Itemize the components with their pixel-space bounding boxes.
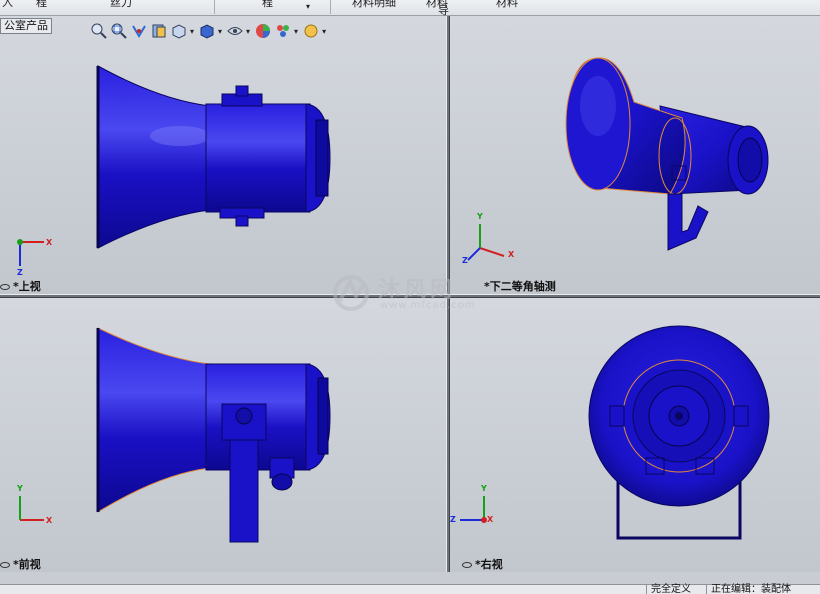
display-style-icon[interactable] <box>198 22 216 40</box>
view-label-right: *右视 <box>462 556 503 572</box>
view-label-top: *上视 <box>0 278 41 294</box>
command-manager-bar: 入 程 丝刀 程 ▾ 材料明细 材料 导 材料 <box>0 0 820 17</box>
zoom-area-icon[interactable] <box>110 22 128 40</box>
zoom-to-fit-icon[interactable] <box>90 22 108 40</box>
hide-show-icon[interactable] <box>226 22 244 40</box>
dropdown-arrow-icon[interactable]: ▾ <box>246 27 250 36</box>
feature-tree-breadcrumb[interactable]: 公室产品 <box>0 18 52 34</box>
axis-y-label: Y <box>481 484 487 493</box>
command-item[interactable]: 入 <box>2 0 13 10</box>
axis-z-label: Z <box>462 256 468 265</box>
axis-x-label: X <box>46 516 53 525</box>
axis-z-label: Z <box>450 515 456 524</box>
axis-z-label: Z <box>17 268 23 277</box>
dropdown-arrow-icon[interactable]: ▾ <box>322 27 326 36</box>
horn-speaker-right-view <box>460 325 770 540</box>
axis-x-label: X <box>487 515 494 524</box>
toolbar-separator <box>330 0 331 14</box>
eye-icon <box>0 284 10 290</box>
dropdown-arrow-icon[interactable]: ▾ <box>218 27 222 36</box>
view-orientation-icon[interactable] <box>170 22 188 40</box>
heads-up-view-toolbar: ▾ ▾ ▾ ▾ ▾ <box>90 20 328 42</box>
command-item[interactable]: 程 <box>262 0 273 10</box>
status-editing: 正在编辑：装配体 <box>706 584 795 594</box>
axis-y-label: Y <box>477 212 483 221</box>
view-settings-icon[interactable] <box>302 22 320 40</box>
status-bar: 完全定义 正在编辑：装配体 <box>0 584 820 594</box>
viewport-right[interactable]: Y Z X *右视 <box>450 298 820 572</box>
view-label-isometric: *下二等角轴测 <box>484 280 556 293</box>
command-item[interactable]: 丝刀 <box>110 0 132 10</box>
axis-y-label: Y <box>17 484 23 493</box>
command-item[interactable]: 程 <box>36 0 47 10</box>
command-item[interactable]: 材料明细 <box>352 0 396 10</box>
edit-appearance-icon[interactable] <box>254 22 272 40</box>
horn-speaker-top-view <box>17 65 331 266</box>
horn-speaker-front-view <box>19 327 331 543</box>
viewport-front[interactable]: X Y *前视 <box>0 298 446 572</box>
status-defined: 完全定义 <box>646 584 695 594</box>
previous-view-icon[interactable] <box>130 22 148 40</box>
section-view-icon[interactable] <box>150 22 168 40</box>
axis-x-label: X <box>46 238 53 247</box>
viewport-splitter-horizontal[interactable] <box>0 294 820 298</box>
viewport-isometric[interactable]: X Y Z *下二等角轴测 <box>450 16 820 294</box>
axis-x-label: X <box>508 250 515 259</box>
eye-icon <box>462 562 472 568</box>
eye-icon <box>0 562 10 568</box>
cad-application-window: 入 程 丝刀 程 ▾ 材料明细 材料 导 材料 X Z *上视 X Y Z *下… <box>0 0 820 594</box>
toolbar-separator <box>214 0 215 14</box>
view-label-front: *前视 <box>0 556 41 572</box>
dropdown-arrow-icon[interactable]: ▾ <box>190 27 194 36</box>
command-item[interactable]: 材料 <box>496 0 518 10</box>
dropdown-arrow-icon[interactable]: ▾ <box>306 2 310 11</box>
viewport-top[interactable]: X Z *上视 <box>0 16 446 294</box>
dropdown-arrow-icon[interactable]: ▾ <box>294 27 298 36</box>
horn-speaker-iso-view <box>467 57 769 261</box>
apply-scene-icon[interactable] <box>274 22 292 40</box>
